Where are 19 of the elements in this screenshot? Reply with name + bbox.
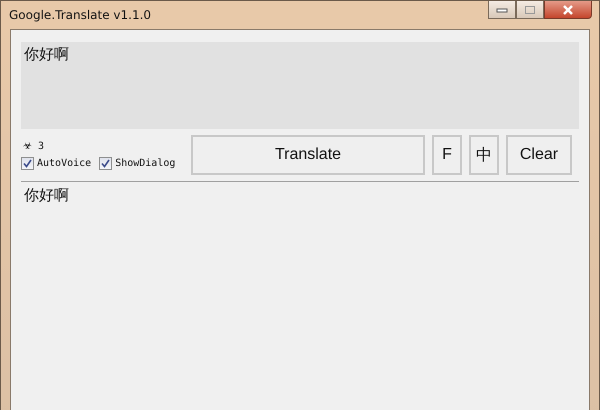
maximize-icon [524, 4, 536, 14]
minimize-button[interactable] [488, 1, 516, 19]
close-icon [561, 4, 575, 14]
output-text: 你好啊 [23, 185, 70, 206]
checkbox[interactable] [21, 156, 34, 170]
window-title: Google.Translate v1.1.0 [9, 8, 152, 22]
close-button[interactable] [544, 1, 592, 19]
action-button[interactable]: F [432, 135, 462, 175]
checkbox[interactable] [99, 156, 112, 170]
count-label: 3 [38, 140, 44, 152]
biohazard-icon: ☣ [23, 140, 32, 152]
input-field[interactable]: 你好啊 [21, 42, 579, 129]
minimize-icon [496, 6, 508, 12]
checkbox-label: AutoVoice [37, 158, 92, 168]
action-button[interactable]: Clear [506, 135, 572, 175]
action-button[interactable]: 中 [469, 135, 499, 175]
action-button[interactable]: Translate [191, 135, 425, 175]
maximize-button[interactable] [516, 1, 544, 19]
checkbox-label: ShowDialog [115, 158, 176, 168]
